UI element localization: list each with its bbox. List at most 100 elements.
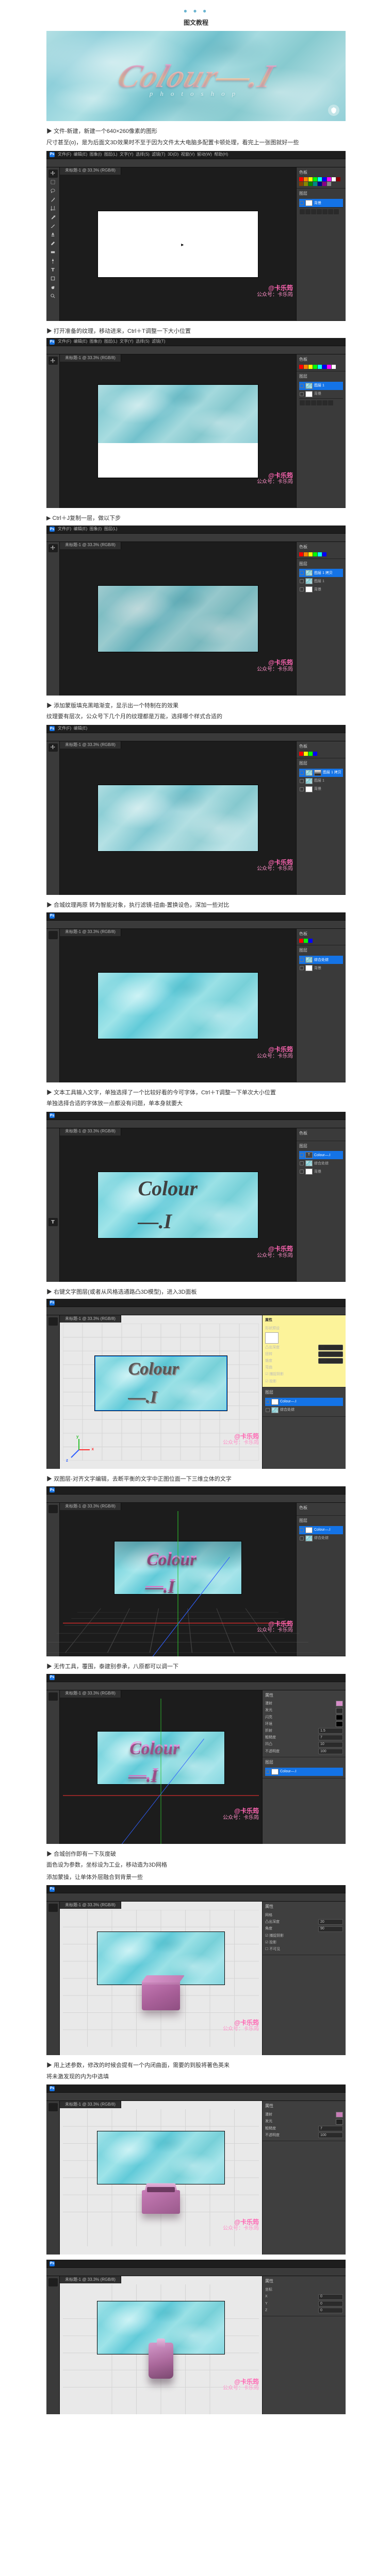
hand-tool[interactable] — [48, 283, 58, 292]
axis-lines — [63, 1511, 293, 1656]
ps-stage-3d[interactable]: 未标题-1 @ 33.3% (RGB/8) Colour—.I xyz @卡乐筠… — [60, 1315, 262, 1469]
ps-screenshot-3: Ps文件(F) 编辑(E) 图象(I) 图层(L) 未标题-1 @ 33.3% … — [46, 526, 346, 696]
3d-shape[interactable] — [149, 2343, 173, 2379]
menu-item[interactable]: 文件(F) — [58, 151, 71, 158]
ps-screenshot-6: Ps 未标题-1 @ 33.3% (RGB/8) Colour—.I @卡乐筠公… — [46, 1112, 346, 1282]
layer-row[interactable]: 图层 1 — [299, 382, 343, 390]
ps-stage-3d[interactable]: 未标题-1 @ 33.3% (RGB/8) Colour—.I @卡乐筠公众号：… — [60, 1503, 296, 1656]
properties-panel: 属性 形状预设 凸出深度20 扭转0 锥度100 弯曲 ☑ 捕捉阴影 ☑ 投影 … — [262, 1315, 346, 1469]
3d-gizmo[interactable]: xyz — [67, 1438, 91, 1462]
ambient-swatch[interactable] — [336, 1715, 343, 1720]
gradient-tool[interactable] — [48, 248, 58, 257]
taper-input[interactable]: 100 — [318, 1358, 343, 1364]
menu-item[interactable]: 选择(S) — [136, 151, 150, 158]
page-title: 图文教程 — [46, 18, 346, 28]
twist-input[interactable]: 0 — [318, 1351, 343, 1357]
ps-stage-3d-floor[interactable]: 未标题-1 @ 33.3% (RGB/8) @卡乐筠公众号：卡乐筠 — [60, 1902, 262, 2055]
layers-panel: 图层 背景 — [297, 189, 346, 320]
ps-stage[interactable]: 未标题-1 @ 33.3% (RGB/8) @卡乐筠公众号：卡乐筠 — [60, 354, 296, 508]
step-8-title: ▶ 双图层-对齐文字编辑，去断平衡的文字中正图位面一下三维立体的文字 — [46, 1475, 346, 1484]
menu-item[interactable]: 文字(Y) — [120, 151, 134, 158]
ps-screenshot-2: Ps文件(F) 编辑(E) 图象(I) 图层(L) 文字(Y) 选择(S) 滤镜… — [46, 338, 346, 508]
menu-item[interactable]: 图象(I) — [90, 151, 102, 158]
step-11-title: ▶ 用上述参数，修改的时候会提有一个内闭曲面，需要的到股将著色英来 — [46, 2061, 346, 2071]
ps-body: 未标题-1 @ 33.3% (RGB/8) ▸ @卡乐筠公众号：卡乐筠 色板 图… — [46, 167, 346, 321]
lasso-tool[interactable] — [48, 187, 58, 195]
zoom-tool[interactable] — [48, 292, 58, 300]
step-7-title: ▶ 右键文字图层(或者从风格选通路凸3D模型)，进入3D面板 — [46, 1288, 346, 1297]
canvas-text-layer: Colour—.I — [138, 1172, 218, 1238]
ps-screenshot-9: Ps 未标题-1 @ 33.3% (RGB/8) Colour—.I @卡乐筠公… — [46, 1674, 346, 1844]
step-10-note2: 添加蒙操，让单体外层融合到背景一些 — [46, 1873, 346, 1883]
eyedropper-tool[interactable] — [48, 213, 58, 222]
menu-item[interactable]: 视窗(V) — [181, 151, 195, 158]
wand-tool[interactable] — [48, 196, 58, 204]
canvas-marble — [98, 586, 258, 652]
ps-stage[interactable]: 未标题-1 @ 33.3% (RGB/8) ▸ @卡乐筠公众号：卡乐筠 — [60, 167, 296, 321]
move-tool[interactable] — [48, 357, 58, 365]
ps-screenshot-1: Ps文件(F) 编辑(E) 图象(I) 图层(L) 文字(Y) 选择(S) 滤镜… — [46, 151, 346, 321]
crop-tool[interactable] — [48, 205, 58, 213]
ps-screenshot-10: Ps 未标题-1 @ 33.3% (RGB/8) @卡乐筠公众号：卡乐筠 属性 … — [46, 1885, 346, 2055]
shape-tool[interactable] — [48, 275, 58, 283]
step-10-note: 面色设为参数，坐标设为工业，移动造为3D网格 — [46, 1861, 346, 1870]
ps-stage[interactable]: 未标题-1 @ 33.3% (RGB/8) @卡乐筠公众号：卡乐筠 — [60, 542, 296, 696]
3d-cube-open[interactable] — [142, 2182, 180, 2214]
eraser-tool[interactable] — [48, 240, 58, 248]
move-tool[interactable] — [48, 170, 58, 178]
menu-item[interactable]: 编辑(E) — [74, 151, 88, 158]
menu-item[interactable]: 3D(D) — [168, 151, 178, 158]
layer-row[interactable]: 背景 — [299, 390, 343, 398]
stamp-tool[interactable] — [48, 231, 58, 239]
step-3-title: ▶ Ctrl＋J复制一层，做以下步 — [46, 514, 346, 523]
canvas-text: Colour—.I — [98, 1172, 258, 1238]
header-dots: ● ● ● — [46, 6, 346, 16]
canvas-3d: Colour—.I — [95, 1356, 227, 1411]
page-root: ● ● ● 图文教程 Colour—.I photoshop ▶ 文件-新建，新… — [0, 0, 392, 2414]
ps-screenshot-7: Ps 未标题-1 @ 33.3% (RGB/8) Colour—.I xyz @… — [46, 1299, 346, 1469]
ps-menubar: Ps文件(F) 编辑(E) 图象(I) 图层(L) 文字(Y) 选择(S) 滤镜… — [46, 151, 346, 159]
layer-row[interactable]: 背景 — [299, 199, 343, 207]
page-header: ● ● ● 图文教程 — [46, 0, 346, 31]
ps-stage-3d-cube2[interactable]: 未标题-1 @ 33.3% (RGB/8) @卡乐筠公众号：卡乐筠 — [60, 2101, 262, 2255]
step-1-note: 尺寸甚至(o)，是为后面文3D效果时不至于因为文件太大电脑多配置卡顿处理，看完上… — [46, 139, 346, 148]
menu-item[interactable]: 帮助(H) — [214, 151, 228, 158]
swatch-panel: 色板 — [297, 167, 346, 189]
canvas-marble-grad — [98, 785, 258, 851]
step-10-title: ▶ 合城创作即有一下灰度破 — [46, 1850, 346, 1859]
doc-tab[interactable]: 未标题-1 @ 33.3% (RGB/8) — [60, 167, 121, 175]
menu-item[interactable]: 图层(L) — [104, 151, 118, 158]
step-6-note: 单独选择合适的字体放一点都没有问题，单本身就要大 — [46, 1099, 346, 1109]
3d-cube[interactable] — [142, 1980, 180, 2010]
depth-input[interactable]: 20 — [318, 1345, 343, 1350]
watermark: @卡乐筠公众号：卡乐筠 — [257, 284, 293, 298]
step-2-title: ▶ 打开准备的纹理，移动进来，Ctrl＋T调整一下大小位置 — [46, 327, 346, 336]
ps-panels-right: 色板 图层 背景 — [296, 167, 346, 321]
ps-stage[interactable]: 未标题-1 @ 33.3% (RGB/8) @卡乐筠公众号：卡乐筠 — [60, 929, 296, 1082]
canvas-marble-sat — [98, 973, 258, 1039]
brush-tool[interactable] — [48, 222, 58, 230]
menu-item[interactable]: 滤镜(T) — [152, 151, 165, 158]
text-tool[interactable] — [48, 1218, 58, 1226]
text-tool[interactable] — [48, 266, 58, 274]
ps-logo-icon: Ps — [50, 152, 55, 157]
ps-stage[interactable]: 未标题-1 @ 33.3% (RGB/8) Colour—.I @卡乐筠公众号：… — [60, 1128, 296, 1282]
menu-item[interactable]: 留动(W) — [197, 151, 212, 158]
ps-screenshot-12: Ps 未标题-1 @ 33.3% (RGB/8) @卡乐筠公众号：卡乐筠 属性 … — [46, 2260, 346, 2414]
diffuse-swatch[interactable] — [336, 1701, 343, 1706]
hero-subtitle: photoshop — [150, 89, 242, 99]
ps-screenshot-11: Ps 未标题-1 @ 33.3% (RGB/8) @卡乐筠公众号：卡乐筠 属性 … — [46, 2084, 346, 2255]
properties-panel-material: 属性 漫射 发光 闪亮 环境 折射1.5 粗糙度7 凹凸10 不透明度100 图… — [262, 1690, 346, 1844]
marquee-tool[interactable] — [48, 178, 58, 187]
step-4-title: ▶ 添加蒙版填充黑暗渐变，显示出一个特制在的效果 — [46, 702, 346, 711]
pen-tool[interactable] — [48, 257, 58, 265]
layer-tools — [299, 207, 343, 216]
canvas-blank: ▸ — [98, 211, 258, 277]
ps-stage-3d[interactable]: 未标题-1 @ 33.3% (RGB/8) Colour—.I @卡乐筠公众号：… — [60, 1690, 262, 1844]
ps-stage[interactable]: 未标题-1 @ 33.3% (RGB/8) @卡乐筠公众号：卡乐筠 — [60, 741, 296, 895]
ps-stage-3d-final[interactable]: 未标题-1 @ 33.3% (RGB/8) @卡乐筠公众号：卡乐筠 — [60, 2276, 262, 2414]
specular-swatch[interactable] — [336, 1708, 343, 1714]
ps-options-bar — [46, 159, 346, 167]
step-1-title: ▶ 文件-新建，新建一个640×260像素的图形 — [46, 127, 346, 137]
ps-screenshot-8: Ps 未标题-1 @ 33.3% (RGB/8) Colour—.I @卡乐筠公… — [46, 1486, 346, 1656]
